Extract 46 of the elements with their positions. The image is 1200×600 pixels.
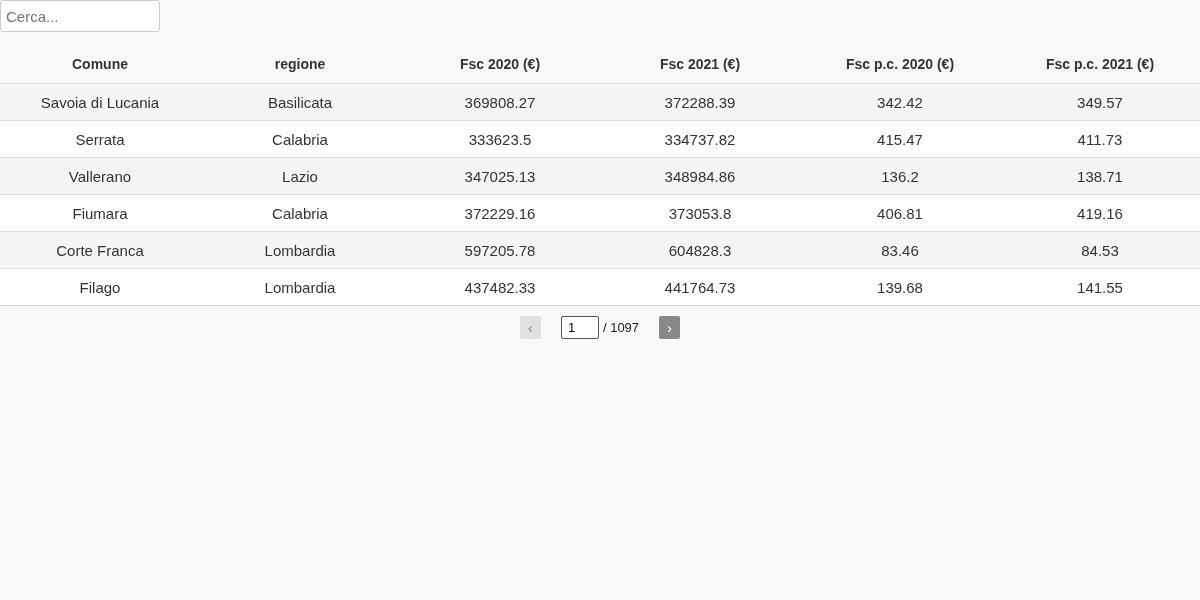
table-cell: 83.46: [800, 231, 1000, 269]
table-cell: 597205.78: [400, 231, 600, 269]
column-header: Fsc p.c. 2020 (€): [800, 44, 1000, 84]
table-cell: 347025.13: [400, 157, 600, 195]
page-total: / 1097: [602, 320, 640, 335]
table-cell: Serrata: [0, 120, 200, 158]
table-cell: Filago: [0, 268, 200, 306]
table-cell: 437482.33: [400, 268, 600, 306]
table-cell: 372288.39: [600, 83, 800, 121]
table-cell: 342.42: [800, 83, 1000, 121]
column-header: Fsc 2021 (€): [600, 44, 800, 84]
table-cell: 141.55: [1000, 268, 1200, 306]
table-cell: Savoia di Lucania: [0, 83, 200, 121]
table-cell: 84.53: [1000, 231, 1200, 269]
column-header: Comune: [0, 44, 200, 84]
table-cell: Lazio: [200, 157, 400, 195]
table-cell: Fiumara: [0, 194, 200, 232]
table-cell: Calabria: [200, 120, 400, 158]
column-header: Fsc 2020 (€): [400, 44, 600, 84]
table-cell: 334737.82: [600, 120, 800, 158]
table-cell: 604828.3: [600, 231, 800, 269]
table-cell: 415.47: [800, 120, 1000, 158]
table-cell: 348984.86: [600, 157, 800, 195]
table-cell: 333623.5: [400, 120, 600, 158]
search-field[interactable]: Cerca...: [0, 0, 160, 32]
table-cell: 138.71: [1000, 157, 1200, 195]
next-page-button[interactable]: ›: [659, 316, 681, 339]
table-cell: 372229.16: [400, 194, 600, 232]
column-header: regione: [200, 44, 400, 84]
table-cell: Corte Franca: [0, 231, 200, 269]
table-cell: 369808.27: [400, 83, 600, 121]
table-cell: 136.2: [800, 157, 1000, 195]
table-cell: 411.73: [1000, 120, 1200, 158]
table-cell: Calabria: [200, 194, 400, 232]
table-cell: Lombardia: [200, 268, 400, 306]
table-cell: Basilicata: [200, 83, 400, 121]
table-cell: 349.57: [1000, 83, 1200, 121]
table-cell: 441764.73: [600, 268, 800, 306]
table-cell: 419.16: [1000, 194, 1200, 232]
table-cell: Lombardia: [200, 231, 400, 269]
table-cell: Vallerano: [0, 157, 200, 195]
column-header: Fsc p.c. 2021 (€): [1000, 44, 1200, 84]
table-cell: 139.68: [800, 268, 1000, 306]
page-field[interactable]: 1: [560, 316, 599, 339]
table-cell: 373053.8: [600, 194, 800, 232]
table-cell: 406.81: [800, 194, 1000, 232]
